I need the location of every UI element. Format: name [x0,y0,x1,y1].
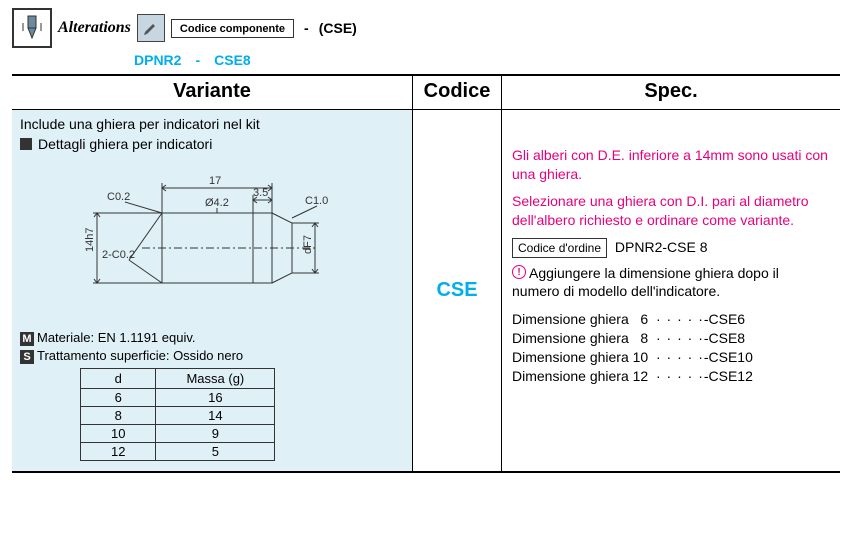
info-icon: ! [512,265,526,279]
include-text: Include una ghiera per indicatori nel ki… [20,116,404,132]
svg-text:2-C0.2: 2-C0.2 [102,249,135,261]
surface-line: STrattamento superficie: Ossido nero [20,348,404,364]
table-row: 616 [81,389,275,407]
example-cse: CSE8 [214,52,251,68]
th-mass: Massa (g) [156,369,275,389]
example-part: DPNR2 [134,52,181,68]
edit-icon [137,14,165,42]
svg-text:14h7: 14h7 [84,228,96,252]
magenta-note-1: Gli alberi con D.E. inferiore a 14mm son… [512,146,830,184]
cse-label: (CSE) [319,20,357,36]
add-note: !Aggiungere la dimensione ghiera dopo il… [512,264,830,300]
material-tag: M [20,332,34,346]
size-line: Dimensione ghiera 8 · · · · ·-CSE8 [512,329,830,348]
svg-text:17: 17 [209,175,221,187]
magenta-note-2: Selezionare una ghiera con D.I. pari al … [512,192,830,230]
add-note-text: Aggiungere la dimensione ghiera dopo il … [512,265,779,299]
mass-table: d Massa (g) 616 814 109 125 [80,368,275,461]
dash: - [187,52,208,68]
surface-text: Trattamento superficie: Ossido nero [37,348,243,363]
tool-icon [12,8,52,48]
technical-drawing: 17 3.5 C0.2 Ø4.2 C1.0 [57,158,367,318]
size-line: Dimensione ghiera 6 · · · · ·-CSE6 [512,310,830,329]
codice-componente-chip: Codice componente [171,19,294,38]
header-spec: Spec. [502,76,840,110]
dash: - [300,20,313,36]
size-line: Dimensione ghiera 12 · · · · ·-CSE12 [512,367,830,386]
order-box: Codice d'ordine [512,238,607,258]
variante-cell: Include una ghiera per indicatori nel ki… [12,110,412,471]
size-line: Dimensione ghiera 10 · · · · ·-CSE10 [512,348,830,367]
codice-value: CSE [436,279,477,302]
table-row: 814 [81,407,275,425]
th-d: d [81,369,156,389]
top-strip: Alterations Codice componente - (CSE) [12,8,840,48]
table-row: 109 [81,425,275,443]
svg-text:C0.2: C0.2 [107,191,130,203]
header-variante: Variante [12,76,412,110]
svg-text:C1.0: C1.0 [305,195,328,207]
header-codice: Codice [412,76,502,110]
svg-text:3.5: 3.5 [253,187,268,199]
svg-text:Ø4.2: Ø4.2 [205,197,229,209]
material-line: MMateriale: EN 1.1191 equiv. [20,330,404,346]
dettagli-text: Dettagli ghiera per indicatori [38,136,212,152]
example-row: DPNR2 - CSE8 [134,52,840,68]
detail-line: Dettagli ghiera per indicatori [20,136,404,152]
material-text: Materiale: EN 1.1191 equiv. [37,330,196,345]
svg-text:dF7: dF7 [302,235,314,254]
codice-cell: CSE [412,110,502,471]
spec-table: Variante Codice Spec. Include una ghiera… [12,74,840,473]
order-code: DPNR2-CSE 8 [615,239,708,255]
alterations-label: Alterations [58,19,131,37]
bullet-icon [20,138,32,150]
surface-tag: S [20,350,34,364]
spec-cell: Gli alberi con D.E. inferiore a 14mm son… [502,110,840,471]
order-line: Codice d'ordine DPNR2-CSE 8 [512,238,830,258]
table-row: 125 [81,443,275,461]
